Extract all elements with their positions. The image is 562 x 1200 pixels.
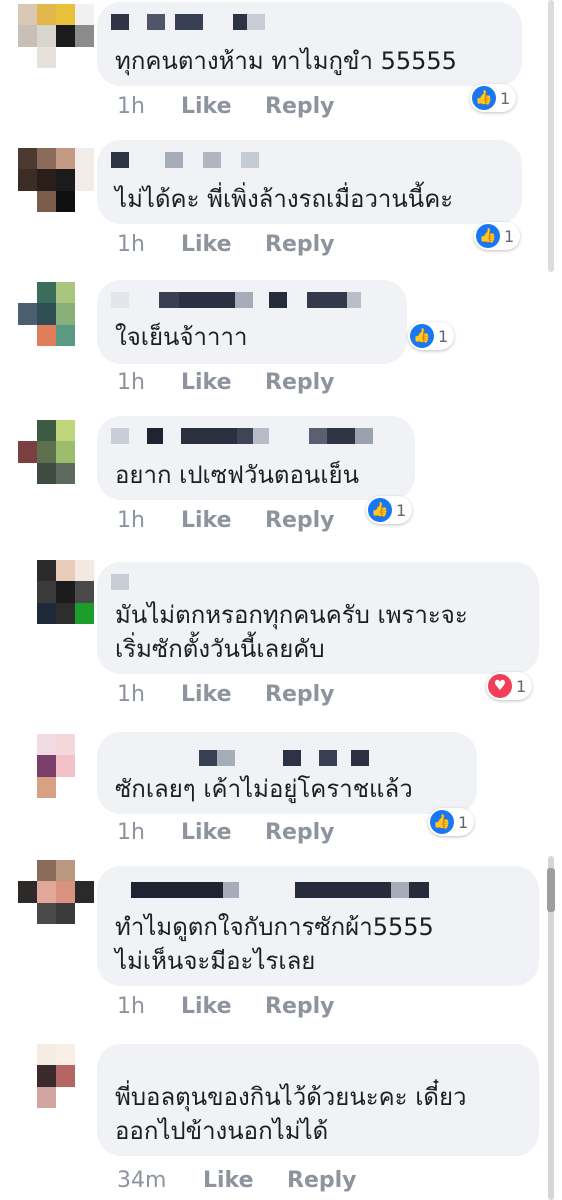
thumbs-up-icon: 👍: [430, 810, 454, 834]
comment-bubble[interactable]: ทำไมดูตกใจกับการซักผ้า5555 ไม่เห็นจะมีอะ…: [97, 866, 539, 986]
reply-link[interactable]: Reply: [265, 370, 335, 395]
reply-link[interactable]: Reply: [265, 94, 335, 119]
thumbs-up-icon: 👍: [368, 498, 392, 522]
comment-bubble[interactable]: พี่บอลตุนของกินไว้ด้วยนะคะ เดี๋ยว ออกไปข…: [97, 1044, 539, 1156]
like-link[interactable]: Like: [181, 994, 265, 1019]
scrollbar-handle[interactable]: [547, 868, 555, 912]
heart-icon: ♥: [488, 674, 512, 698]
comment-time: 1h: [117, 994, 145, 1019]
reaction-count: 1: [504, 226, 515, 246]
comment-time: 1h: [117, 232, 145, 257]
comment-text: ทำไมดูตกใจกับการซักผ้า5555: [115, 913, 434, 941]
comment-text: ใจเย็นจ้าาาา: [115, 323, 248, 351]
commenter-name[interactable]: [111, 428, 373, 444]
comment-time: 1h: [117, 820, 145, 845]
commenter-name[interactable]: [111, 14, 265, 30]
comment-time: 1h: [117, 682, 145, 707]
comment-text: มันไม่ตกหรอกทุกคนครับ เพราะจะ: [115, 601, 468, 629]
like-link[interactable]: Like: [181, 820, 265, 845]
comment-bubble[interactable]: ใจเย็นจ้าาาา: [97, 280, 407, 364]
comment-time: 1h: [117, 94, 145, 119]
commenter-name[interactable]: [111, 882, 429, 898]
avatar[interactable]: [18, 1044, 94, 1108]
like-link[interactable]: Like: [203, 1168, 287, 1193]
comment-text: อยาก เปเซฟวันตอนเย็น: [115, 461, 359, 489]
thumbs-up-icon: 👍: [410, 324, 434, 348]
reaction-count: 1: [516, 676, 527, 696]
comment-bubble[interactable]: อยาก เปเซฟวันตอนเย็น: [97, 416, 415, 500]
avatar[interactable]: [18, 860, 94, 924]
comment-bubble[interactable]: ทุกคนตางห้าม ทาไมกูขำ 55555: [97, 2, 522, 86]
reply-link[interactable]: Reply: [265, 820, 335, 845]
reaction-badge[interactable]: 👍 1: [474, 222, 521, 250]
reaction-count: 1: [500, 88, 511, 108]
like-link[interactable]: Like: [181, 232, 265, 257]
avatar[interactable]: [18, 4, 94, 68]
like-link[interactable]: Like: [181, 370, 265, 395]
comment-text: ไม่ได้คะ พี่เพิ่งล้างรถเมื่อวานนี้คะ: [115, 185, 454, 213]
reply-link[interactable]: Reply: [287, 1168, 357, 1193]
avatar[interactable]: [18, 734, 94, 798]
comment-bubble[interactable]: ไม่ได้คะ พี่เพิ่งล้างรถเมื่อวานนี้คะ: [97, 140, 522, 224]
avatar[interactable]: [18, 420, 94, 484]
comment-text: ทุกคนตางห้าม ทาไมกูขำ 55555: [115, 47, 457, 75]
commenter-name[interactable]: [111, 292, 361, 308]
comment-bubble[interactable]: มันไม่ตกหรอกทุกคนครับ เพราะจะ เริ่มซักตั…: [97, 562, 539, 674]
reaction-badge[interactable]: 👍 1: [428, 808, 475, 836]
reaction-badge[interactable]: ♥ 1: [486, 672, 533, 700]
comment-time: 1h: [117, 508, 145, 533]
scrollbar-thumb[interactable]: [548, 0, 554, 272]
reaction-badge[interactable]: 👍 1: [408, 322, 455, 350]
commenter-name[interactable]: [111, 152, 259, 168]
comment-bubble[interactable]: ซักเลยๆ เค้าไม่อยู่โคราชแล้ว: [97, 732, 477, 814]
reaction-badge[interactable]: 👍 1: [366, 496, 413, 524]
like-link[interactable]: Like: [181, 508, 265, 533]
avatar[interactable]: [18, 560, 94, 624]
thumbs-up-icon: 👍: [472, 86, 496, 110]
reply-link[interactable]: Reply: [265, 232, 335, 257]
comment-time: 34m: [117, 1168, 167, 1193]
comment-time: 1h: [117, 370, 145, 395]
reply-link[interactable]: Reply: [265, 682, 335, 707]
reaction-count: 1: [458, 812, 469, 832]
commenter-name[interactable]: [111, 750, 369, 766]
like-link[interactable]: Like: [181, 94, 265, 119]
avatar[interactable]: [18, 282, 94, 346]
avatar[interactable]: [18, 148, 94, 212]
reaction-count: 1: [396, 500, 407, 520]
commenter-name[interactable]: [111, 574, 129, 590]
comment-text: พี่บอลตุนของกินไว้ด้วยนะคะ เดี๋ยว: [115, 1083, 467, 1111]
reply-link[interactable]: Reply: [265, 508, 335, 533]
thumbs-up-icon: 👍: [476, 224, 500, 248]
reaction-count: 1: [438, 326, 449, 346]
reaction-badge[interactable]: 👍 1: [470, 84, 517, 112]
like-link[interactable]: Like: [181, 682, 265, 707]
comment-text: ซักเลยๆ เค้าไม่อยู่โคราชแล้ว: [115, 775, 413, 803]
comment-text: ไม่เห็นจะมีอะไรเลย: [115, 947, 316, 975]
reply-link[interactable]: Reply: [265, 994, 335, 1019]
comment-text: ออกไปข้างนอกไม่ได้: [115, 1117, 329, 1145]
comment-text: เริ่มซักตั้งวันนี้เลยคับ: [115, 635, 325, 663]
